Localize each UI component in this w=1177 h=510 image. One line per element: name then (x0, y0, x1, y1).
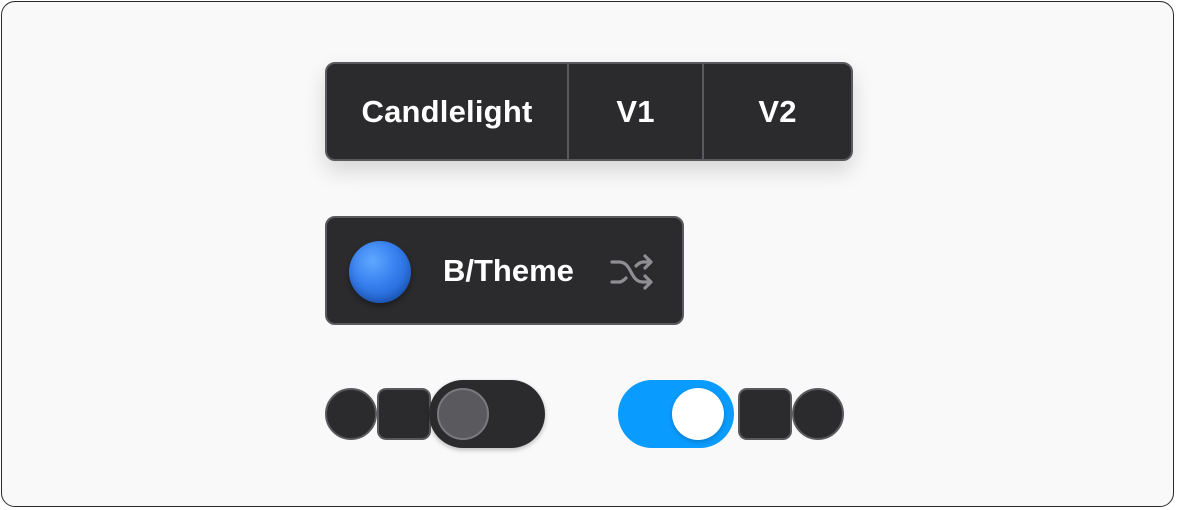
square-swatch (377, 388, 431, 440)
segmented-control: Candlelight V1 V2 (325, 62, 853, 161)
theme-label: B/Theme (443, 253, 574, 288)
toggle-switch-off[interactable] (429, 380, 545, 448)
segment-candlelight[interactable]: Candlelight (327, 64, 567, 159)
toggle-switch-on[interactable] (618, 380, 734, 448)
toggle-group-off (325, 380, 545, 448)
shuffle-icon[interactable] (609, 253, 655, 291)
toggle-knob (437, 388, 489, 440)
segment-v2[interactable]: V2 (702, 64, 851, 159)
circle-swatch (325, 388, 377, 440)
square-swatch (738, 388, 792, 440)
theme-color-swatch (349, 241, 411, 303)
segment-v1[interactable]: V1 (567, 64, 702, 159)
circle-swatch (792, 388, 844, 440)
toggle-group-on (618, 380, 844, 448)
toggle-knob (672, 388, 724, 440)
theme-picker[interactable]: B/Theme (325, 216, 684, 325)
